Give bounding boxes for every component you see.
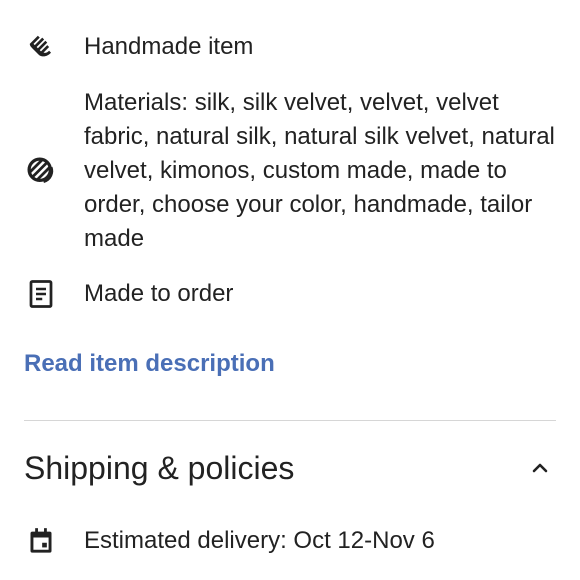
estimated-delivery-row: Estimated delivery: Oct 12-Nov 6: [24, 524, 556, 558]
materials-label: Materials: silk, silk velvet, velvet, ve…: [84, 89, 555, 252]
section-divider: [24, 420, 556, 421]
calendar-icon: [24, 524, 58, 558]
read-item-description-link[interactable]: Read item description: [24, 347, 275, 381]
document-icon: [24, 277, 58, 311]
shipping-section-title[interactable]: Shipping & policies: [24, 448, 294, 488]
chevron-up-icon[interactable]: [528, 456, 552, 480]
hand-icon: [24, 30, 58, 64]
estimated-delivery-label: Estimated delivery: Oct 12-Nov 6: [84, 527, 435, 554]
item-details-panel: Handmade item Materials: silk, silk velv…: [0, 0, 580, 580]
highlight-materials: Materials: silk, silk velvet, velvet, ve…: [24, 86, 556, 256]
made-to-order-label: Made to order: [84, 280, 234, 307]
highlight-made-to-order: Made to order: [24, 277, 556, 311]
highlight-handmade: Handmade item: [24, 30, 556, 64]
handmade-label: Handmade item: [84, 33, 254, 60]
fabric-swatch-icon: [24, 154, 58, 188]
